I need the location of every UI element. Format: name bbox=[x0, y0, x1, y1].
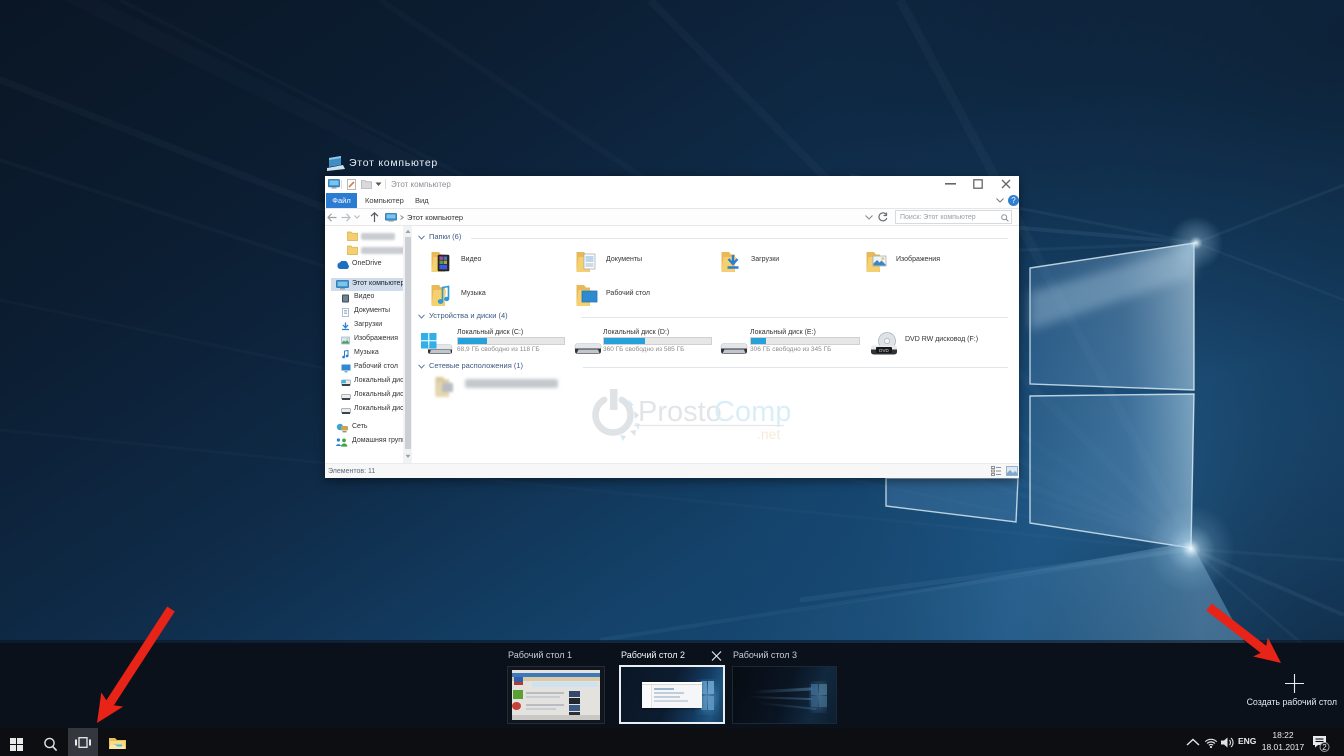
svg-text:DVD: DVD bbox=[879, 348, 889, 353]
svg-text:2: 2 bbox=[1322, 743, 1327, 752]
svg-text:Prosto: Prosto bbox=[638, 396, 722, 428]
svg-text:Comp: Comp bbox=[714, 396, 791, 428]
svg-text:.net: .net bbox=[757, 426, 780, 442]
